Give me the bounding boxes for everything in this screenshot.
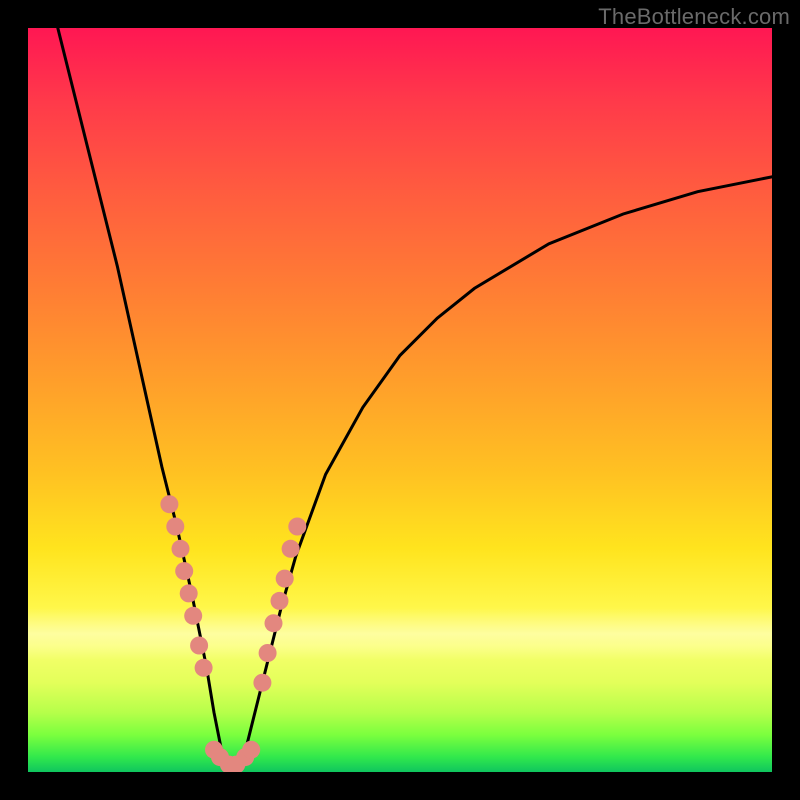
- scatter-dot: [184, 607, 202, 625]
- scatter-dot: [195, 659, 213, 677]
- scatter-dot: [205, 741, 223, 759]
- bottleneck-curve: [58, 28, 772, 772]
- scatter-dot: [271, 592, 289, 610]
- scatter-dot: [242, 741, 260, 759]
- scatter-dot: [253, 674, 271, 692]
- scatter-overlay: [160, 495, 306, 772]
- scatter-dot: [288, 518, 306, 536]
- plot-area: [28, 28, 772, 772]
- scatter-dot: [175, 562, 193, 580]
- scatter-dot: [160, 495, 178, 513]
- scatter-dot: [190, 637, 208, 655]
- curve-layer: [28, 28, 772, 772]
- scatter-dot: [211, 748, 229, 766]
- scatter-dot: [227, 756, 245, 772]
- attribution-text: TheBottleneck.com: [598, 4, 790, 30]
- scatter-dot: [172, 540, 190, 558]
- scatter-dot: [180, 584, 198, 602]
- scatter-dot: [236, 748, 254, 766]
- chart-frame: TheBottleneck.com: [0, 0, 800, 800]
- scatter-dot: [282, 540, 300, 558]
- highlight-band: [28, 608, 772, 660]
- scatter-dot: [259, 644, 277, 662]
- scatter-dot: [166, 518, 184, 536]
- scatter-dot: [265, 614, 283, 632]
- scatter-dot: [276, 570, 294, 588]
- scatter-dot: [220, 756, 238, 772]
